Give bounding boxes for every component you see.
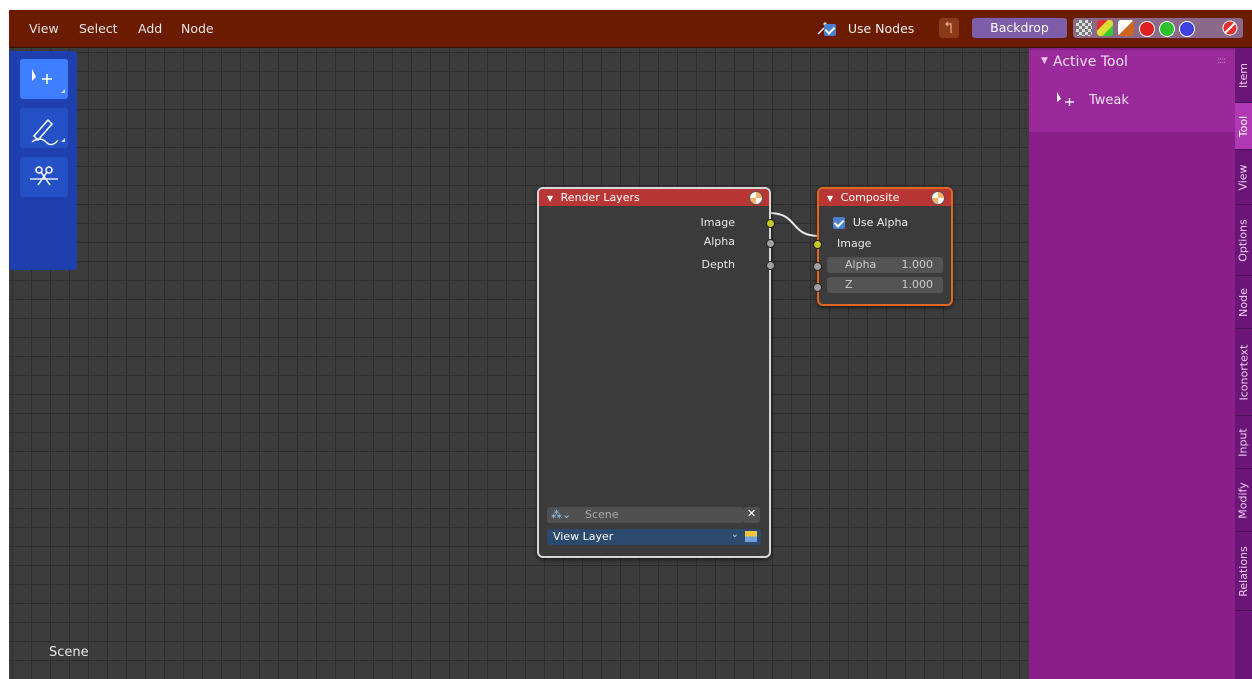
green-channel-icon[interactable] <box>1159 21 1175 37</box>
render-layers-title: Render Layers <box>560 191 640 204</box>
node-preview-icon[interactable] <box>931 191 945 205</box>
tab-modify[interactable]: Modify <box>1235 469 1252 532</box>
red-channel-icon[interactable] <box>1139 21 1155 37</box>
tab-input[interactable]: Input <box>1235 416 1252 469</box>
render-layers-header[interactable]: ▼ Render Layers <box>539 189 769 206</box>
app-window: View Select Add Node Use Nodes Backdrop <box>9 10 1252 679</box>
tab-iconortext[interactable]: Iconortext <box>1235 329 1252 416</box>
output-depth-socket[interactable] <box>766 261 775 270</box>
disable-backdrop-icon[interactable] <box>1202 19 1238 37</box>
active-tool-panel: ▼ Active Tool :::: Tweak <box>1029 50 1235 132</box>
output-alpha-socket[interactable] <box>766 239 775 248</box>
menu-add[interactable]: Add <box>138 21 162 36</box>
menu-node[interactable]: Node <box>181 21 214 36</box>
input-image-socket[interactable] <box>813 240 822 249</box>
scene-icon: ⁂⌄ <box>551 508 572 521</box>
z-value-field[interactable]: Z 1.000 <box>827 277 943 293</box>
output-image-label: Image <box>700 216 735 229</box>
tab-options[interactable]: Options <box>1235 205 1252 276</box>
composite-header[interactable]: ▼ Composite <box>819 189 951 206</box>
z-field-value: 1.000 <box>901 278 934 291</box>
scene-value: Scene <box>585 508 619 521</box>
scene-selector[interactable]: ⁂⌄ Scene <box>547 507 743 523</box>
collapse-triangle-icon[interactable]: ▼ <box>547 194 553 203</box>
node-editor-header: View Select Add Node Use Nodes Backdrop <box>9 10 1252 48</box>
input-alpha-socket[interactable] <box>813 262 822 271</box>
sidebar-panel: ▼ Active Tool :::: Tweak <box>1029 48 1235 679</box>
tab-tool[interactable]: Tool <box>1235 103 1252 150</box>
output-image-socket[interactable] <box>766 219 775 228</box>
tweak-tool-icon <box>1053 90 1081 113</box>
use-alpha-checkbox[interactable]: Use Alpha <box>833 215 908 229</box>
alpha-field-value: 1.000 <box>901 258 934 271</box>
output-depth-label: Depth <box>701 258 735 271</box>
blue-channel-icon[interactable] <box>1179 21 1195 37</box>
clear-scene-button[interactable]: ✕ <box>743 507 760 523</box>
view-layer-value: View Layer <box>553 530 614 543</box>
checkbox-checked-icon <box>824 23 836 36</box>
drag-handle-icon[interactable]: :::: <box>1217 56 1226 66</box>
z-field-label: Z <box>845 278 853 291</box>
output-alpha-label: Alpha <box>703 235 735 248</box>
backdrop-toggle[interactable]: Backdrop <box>972 18 1067 38</box>
collapse-triangle-icon[interactable]: ▼ <box>827 194 833 203</box>
scene-name-overlay: Scene <box>49 645 89 660</box>
checker-alpha-icon[interactable] <box>1076 20 1092 36</box>
input-z-socket[interactable] <box>813 283 822 292</box>
close-icon: ✕ <box>747 507 757 520</box>
parent-node-tree-button[interactable] <box>939 18 959 38</box>
chevron-down-icon: ⌄ <box>730 529 739 540</box>
composite-node[interactable]: ▼ Composite Use Alpha Image Alpha 1.000 … <box>813 187 953 306</box>
node-editor-canvas[interactable]: ▼ Render Layers Image Alpha Depth ⁂⌄ Sce… <box>9 48 1029 679</box>
composite-title: Composite <box>840 191 900 204</box>
alpha-value-field[interactable]: Alpha 1.000 <box>827 257 943 273</box>
render-layers-node[interactable]: ▼ Render Layers Image Alpha Depth ⁂⌄ Sce… <box>537 187 775 558</box>
tab-node[interactable]: Node <box>1235 276 1252 329</box>
active-tool-name[interactable]: Tweak <box>1089 93 1129 108</box>
tab-relations[interactable]: Relations <box>1235 532 1252 611</box>
active-tool-panel-title[interactable]: Active Tool <box>1053 54 1128 70</box>
node-preview-icon[interactable] <box>749 191 763 205</box>
render-layer-icon <box>745 531 757 542</box>
use-alpha-label: Use Alpha <box>852 216 909 229</box>
color-alpha-icon[interactable] <box>1097 20 1113 36</box>
menu-select[interactable]: Select <box>79 21 118 36</box>
view-layer-selector[interactable]: View Layer ⌄ <box>547 529 761 545</box>
panel-collapse-triangle-icon[interactable]: ▼ <box>1041 56 1048 66</box>
tab-view[interactable]: View <box>1235 150 1252 205</box>
use-nodes-label: Use Nodes <box>847 21 915 36</box>
parent-arrow-icon <box>945 21 952 33</box>
menu-view[interactable]: View <box>29 21 59 36</box>
use-nodes-checkbox[interactable]: Use Nodes <box>824 21 914 36</box>
checkbox-checked-icon <box>833 216 845 229</box>
alpha-field-label: Alpha <box>845 258 877 271</box>
alpha-channel-icon[interactable] <box>1118 20 1134 36</box>
node-link-wire <box>768 212 820 237</box>
tab-item[interactable]: Item <box>1235 48 1252 103</box>
input-image-label: Image <box>837 237 872 250</box>
sidebar-tabs: Item Tool View Options Node Iconortext I… <box>1235 48 1252 679</box>
